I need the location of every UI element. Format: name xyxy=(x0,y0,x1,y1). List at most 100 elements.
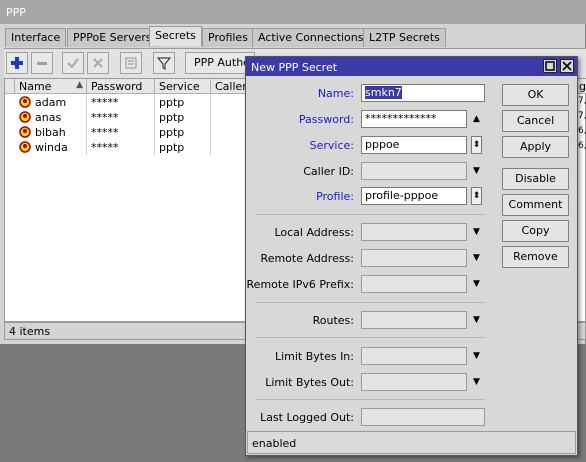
password-label: Password: xyxy=(298,113,354,126)
last-logged-out-label: Last Logged Out: xyxy=(260,411,354,424)
minus-icon xyxy=(37,62,47,65)
cell-name: winda xyxy=(31,140,87,155)
cell-extra: 6, xyxy=(577,140,586,155)
password-field[interactable]: ************* xyxy=(361,110,467,128)
tab-pppoe-servers[interactable]: PPPoE Servers xyxy=(67,28,158,47)
tab-active-connections[interactable]: Active Connections xyxy=(252,28,370,47)
service-label: Service: xyxy=(309,139,354,152)
profile-select[interactable]: profile-pppoe xyxy=(361,187,467,205)
user-icon xyxy=(19,141,31,156)
last-logged-out-field xyxy=(361,408,485,426)
sort-asc-icon: ▲ xyxy=(76,80,83,90)
column-header-name-label: Name xyxy=(19,80,52,93)
funnel-icon xyxy=(157,57,171,70)
cell-password: ***** xyxy=(87,125,155,140)
note-icon xyxy=(125,57,137,69)
limit-bytes-in-field[interactable] xyxy=(361,347,467,365)
limit-bytes-in-label: Limit Bytes In: xyxy=(274,350,354,363)
tab-l2tp-secrets[interactable]: L2TP Secrets xyxy=(363,28,446,47)
remote-ipv6-prefix-field[interactable] xyxy=(361,275,467,293)
name-field[interactable]: smkn7 xyxy=(361,84,485,102)
user-icon xyxy=(19,96,31,111)
dialog-status: enabled xyxy=(247,431,576,454)
divider xyxy=(256,214,485,215)
cell-service: pptp xyxy=(155,140,211,155)
column-header-password[interactable]: Password xyxy=(87,79,155,94)
local-address-field[interactable] xyxy=(361,223,467,241)
window-title: PPP xyxy=(0,0,586,24)
dropdown-arrow-icon[interactable]: ▼ xyxy=(471,223,482,241)
ok-button[interactable]: OK xyxy=(502,84,569,106)
divider xyxy=(256,337,485,338)
comment-button[interactable]: Comment xyxy=(502,194,569,216)
new-ppp-secret-dialog: New PPP Secret Name: smkn7 Password: ***… xyxy=(245,56,578,456)
tab-interface[interactable]: Interface xyxy=(5,28,67,47)
cell-name: adam xyxy=(31,95,87,110)
column-header-blank xyxy=(5,79,15,94)
dropdown-arrow-icon[interactable]: ▼ xyxy=(471,275,482,293)
cell-extra: 6, xyxy=(577,125,586,140)
cell-password: ***** xyxy=(87,95,155,110)
cell-name: anas xyxy=(31,110,87,125)
tab-profiles[interactable]: Profiles xyxy=(202,28,254,47)
hide-password-icon[interactable]: ▲ xyxy=(471,110,482,128)
plus-icon xyxy=(11,57,23,69)
add-button[interactable] xyxy=(6,52,28,74)
remote-address-field[interactable] xyxy=(361,249,467,267)
maximize-button[interactable] xyxy=(543,59,557,73)
local-address-label: Local Address: xyxy=(274,226,354,239)
disable-button[interactable]: Disable xyxy=(502,168,569,190)
copy-button[interactable]: Copy xyxy=(502,220,569,242)
routes-field[interactable] xyxy=(361,311,467,329)
profile-label: Profile: xyxy=(316,190,354,203)
cell-service: pptp xyxy=(155,125,211,140)
caller-id-label: Caller ID: xyxy=(303,165,354,178)
apply-button[interactable]: Apply xyxy=(502,136,569,158)
remove-button[interactable] xyxy=(31,52,53,74)
routes-label: Routes: xyxy=(312,314,354,327)
close-icon xyxy=(562,61,572,71)
dialog-title: New PPP Secret xyxy=(246,57,577,76)
remote-address-label: Remote Address: xyxy=(260,252,354,265)
caller-id-field[interactable] xyxy=(361,162,467,180)
dropdown-arrows-icon[interactable]: ⬍ xyxy=(471,136,482,154)
divider xyxy=(256,302,485,303)
cell-password: ***** xyxy=(87,140,155,155)
cross-icon xyxy=(93,58,103,68)
dropdown-arrow-icon[interactable]: ▼ xyxy=(471,311,482,329)
user-icon xyxy=(19,126,31,141)
comment-button[interactable] xyxy=(120,52,142,74)
maximize-icon xyxy=(545,61,555,71)
dropdown-arrow-icon[interactable]: ▼ xyxy=(471,347,482,365)
column-header-service[interactable]: Service xyxy=(155,79,211,94)
limit-bytes-out-label: Limit Bytes Out: xyxy=(265,376,354,389)
column-header-name[interactable]: Name ▲ xyxy=(15,79,87,94)
cell-extra: 7, xyxy=(577,110,586,125)
cancel-button[interactable]: Cancel xyxy=(502,110,569,132)
cell-service: pptp xyxy=(155,110,211,125)
remove-button[interactable]: Remove xyxy=(502,246,569,268)
tab-secrets[interactable]: Secrets xyxy=(149,26,202,46)
divider xyxy=(256,399,485,400)
user-icon xyxy=(19,111,31,126)
dropdown-arrow-icon[interactable]: ▼ xyxy=(471,162,482,180)
column-header-extra[interactable]: g xyxy=(577,79,586,94)
close-button[interactable] xyxy=(560,59,574,73)
cell-extra: 7, xyxy=(577,95,586,110)
enable-button[interactable] xyxy=(62,52,84,74)
dropdown-arrows-icon[interactable]: ⬍ xyxy=(471,187,482,205)
service-select[interactable]: pppoe xyxy=(361,136,467,154)
name-value: smkn7 xyxy=(365,86,402,99)
cell-service: pptp xyxy=(155,95,211,110)
cell-name: bibah xyxy=(31,125,87,140)
name-label: Name: xyxy=(317,87,354,100)
disable-button[interactable] xyxy=(87,52,109,74)
remote-ipv6-prefix-label: Remote IPv6 Prefix: xyxy=(246,278,354,291)
check-icon xyxy=(67,58,79,69)
dialog-title-text: New PPP Secret xyxy=(251,61,338,74)
filter-button[interactable] xyxy=(153,52,175,74)
dropdown-arrow-icon[interactable]: ▼ xyxy=(471,249,482,267)
cell-password: ***** xyxy=(87,110,155,125)
dropdown-arrow-icon[interactable]: ▼ xyxy=(471,373,482,391)
limit-bytes-out-field[interactable] xyxy=(361,373,467,391)
